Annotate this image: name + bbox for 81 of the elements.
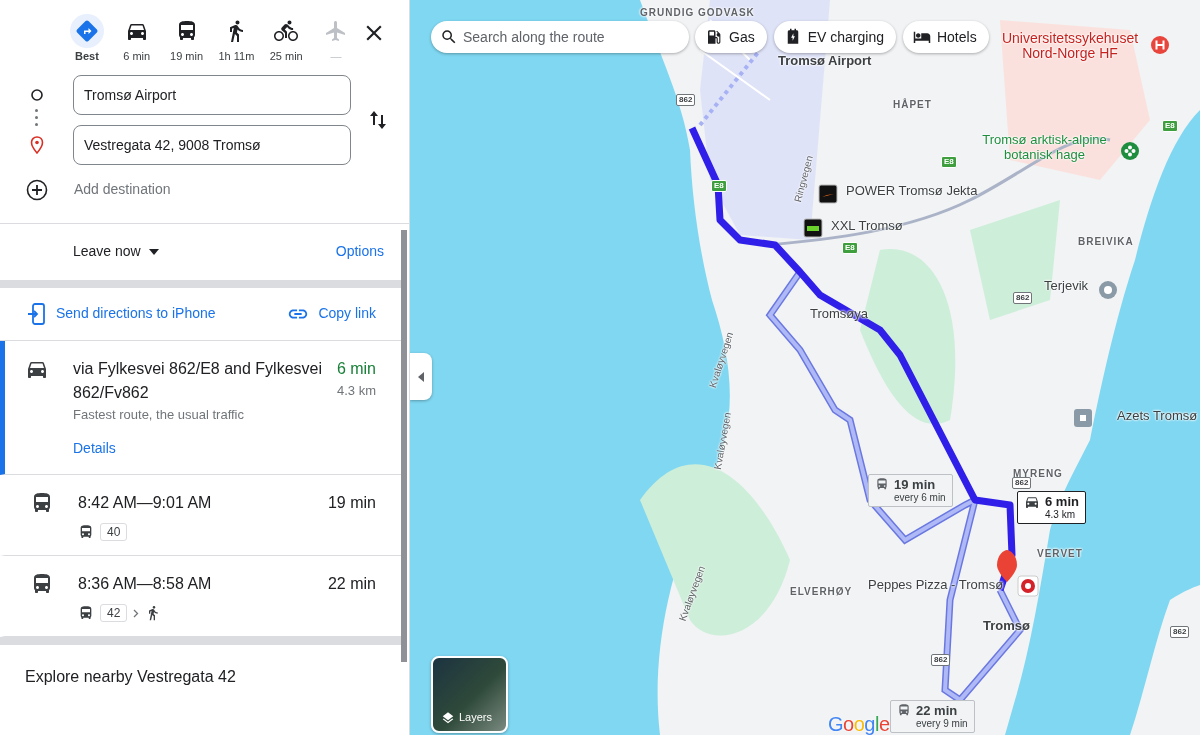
road-shield: 862: [1012, 477, 1032, 489]
hospital-label: Universitetssykehuset Nord-Norge HF: [1000, 31, 1140, 61]
shop-label: POWER Tromsø Jekta: [846, 183, 978, 198]
scrollbar-thumb[interactable]: [401, 230, 407, 662]
bus-icon: [875, 477, 889, 491]
hospital-marker-icon: [1150, 34, 1170, 55]
road-name: Kvaløyvegen: [710, 411, 734, 471]
travel-mode-tab[interactable]: Best: [62, 14, 112, 65]
business-label: Azets Tromsø: [1117, 408, 1198, 423]
route-duration: 19 min: [327, 493, 376, 513]
store-logo-icon: [803, 217, 823, 238]
caret-left-icon: [418, 371, 424, 382]
dropdown-caret-icon: [148, 248, 159, 255]
route-title: 8:42 AM—9:01 AM: [78, 493, 212, 513]
phone-send-icon: [27, 302, 47, 325]
restaurant-logo-icon: [1017, 574, 1039, 597]
area-label: HÅPET: [893, 97, 932, 112]
category-chip[interactable]: EV charging: [773, 21, 896, 53]
route-option[interactable]: 8:42 AM—9:01 AM 19 min 40: [0, 475, 401, 556]
travel-mode-tab[interactable]: 6 min: [111, 14, 162, 65]
options-link[interactable]: Options: [335, 241, 384, 262]
copy-link-button[interactable]: Copy link: [287, 302, 376, 325]
route-callout[interactable]: 22 min every 9 min: [890, 700, 975, 733]
road-shield: 862: [931, 654, 951, 666]
landmark-marker-icon: [1098, 279, 1118, 300]
leave-now-dropdown[interactable]: Leave now: [73, 241, 159, 262]
origin-field[interactable]: Tromsø Airport: [73, 74, 351, 115]
road-shield: E8: [842, 242, 858, 254]
flower-marker-icon: [1120, 140, 1140, 161]
route-description: Fastest route, the usual traffic: [73, 405, 245, 424]
road-shield: 862: [1170, 626, 1190, 638]
directions-icon: [74, 19, 99, 43]
add-circle-icon: [26, 178, 48, 201]
fuel-pump-icon: [705, 28, 723, 46]
send-directions-link[interactable]: Send directions to iPhone: [27, 302, 216, 325]
route-callout[interactable]: 19 min every 6 min: [868, 474, 953, 507]
road-shield: E8: [711, 180, 727, 192]
store-logo-icon: [818, 183, 838, 204]
area-label: ELVERHØY: [790, 585, 853, 599]
area-label: MYRENG: [1013, 467, 1063, 480]
route-duration: 22 min: [327, 574, 376, 594]
destination-field[interactable]: Vestregata 42, 9008 Tromsø: [73, 124, 351, 165]
bus-line-number: 40: [100, 523, 128, 541]
airport-label: Tromsø Airport: [778, 53, 872, 68]
origin-circle-icon: [30, 87, 44, 102]
place-label: Terjevik: [1044, 278, 1089, 293]
travel-mode-tab[interactable]: 1h 11m: [211, 14, 262, 65]
explore-nearby-heading: Explore nearby Vestregata 42: [24, 667, 237, 687]
travel-mode-tab[interactable]: 19 min: [161, 14, 212, 65]
route-title: 8:36 AM—8:58 AM: [78, 574, 212, 594]
details-link[interactable]: Details: [73, 438, 116, 459]
road-shield: E8: [941, 156, 957, 168]
bus-icon: [897, 703, 911, 717]
bus-line-number: 42: [100, 604, 128, 622]
area-label: BREIVIKA: [1078, 235, 1134, 249]
car-icon: [1024, 494, 1040, 510]
collapse-panel-button[interactable]: [410, 353, 432, 400]
shop-label: XXL Tromsø: [831, 218, 903, 233]
location-pin-icon[interactable]: [997, 550, 1017, 582]
category-chip[interactable]: Hotels: [902, 21, 989, 53]
google-logo: Google: [828, 712, 890, 735]
garden-label: Tromsø arktisk-alpine botanisk hage: [981, 132, 1108, 162]
layers-icon: [441, 711, 455, 725]
travel-mode-tab[interactable]: 25 min: [261, 14, 312, 65]
road-shield: E8: [1162, 120, 1178, 132]
bicycle-icon: [274, 19, 299, 43]
route-title: via Fylkesvei 862/E8 and Fylkesvei 862/Fv862: [73, 358, 323, 403]
road-shield: 862: [676, 94, 696, 106]
destination-pin-icon: [30, 135, 44, 154]
bus-icon: [78, 605, 94, 621]
category-chip[interactable]: Gas: [695, 21, 767, 53]
dotted-connector-icon: [35, 108, 38, 126]
route-distance: 4.3 km: [336, 381, 376, 400]
road-shield: 862: [1013, 292, 1033, 304]
search-icon: [440, 28, 458, 46]
route-callout[interactable]: 6 min 4.3 km: [1017, 491, 1086, 524]
bus-icon: [78, 524, 94, 540]
route-duration: 6 min: [336, 358, 376, 379]
route-search-field[interactable]: Search along the route: [431, 21, 689, 53]
chevron-right-icon: [133, 608, 140, 618]
layers-button[interactable]: Layers: [431, 656, 508, 733]
